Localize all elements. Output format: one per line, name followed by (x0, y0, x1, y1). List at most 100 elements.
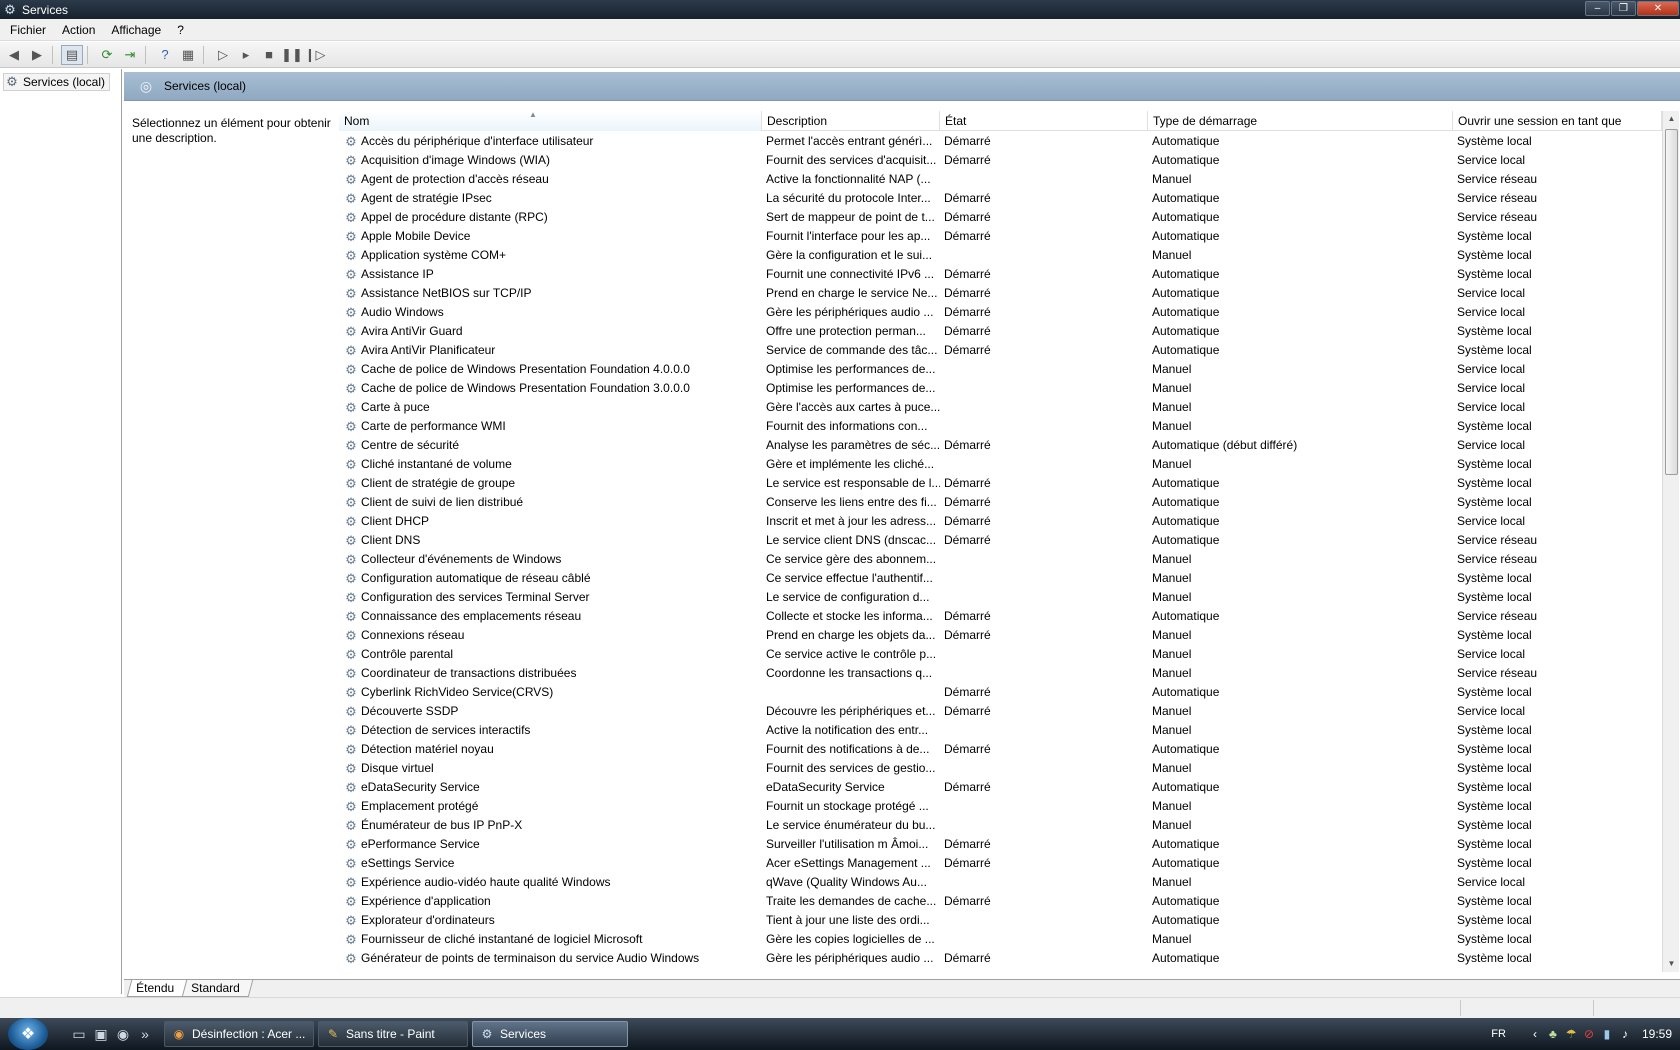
firefox-icon[interactable]: ◉ (112, 1026, 134, 1043)
stop-service-icon[interactable]: ■ (258, 45, 280, 65)
tab-standard[interactable]: Standard (181, 980, 254, 997)
table-row[interactable]: ⚙ Cache de police de Windows Presentation… (339, 360, 1662, 379)
minimize-button[interactable]: – (1585, 1, 1610, 16)
table-row[interactable]: ⚙ Collecteur d'événements de Windows Ce se… (339, 550, 1662, 569)
taskbar-item-services[interactable]: ⚙ Services (472, 1021, 628, 1047)
table-row[interactable]: ⚙ Client de suivi de lien distribué Conser… (339, 493, 1662, 512)
service-gear-icon: ⚙ (345, 571, 357, 586)
table-row[interactable]: ⚙ Agent de protection d'accès réseau Activ… (339, 170, 1662, 189)
scroll-down-icon[interactable]: ▼ (1663, 956, 1680, 972)
power-icon[interactable]: ▮ (1598, 1027, 1616, 1041)
menu-help[interactable]: ? (167, 23, 190, 37)
table-row[interactable]: ⚙ Cyberlink RichVideo Service(CRVS) Démarr… (339, 683, 1662, 702)
table-row[interactable]: ⚙ Expérience d'application Traite les dema… (339, 892, 1662, 911)
service-logon: Système local (1457, 723, 1532, 737)
table-row[interactable]: ⚙ Client DNS Le service client DNS (dnscac… (339, 531, 1662, 550)
table-row[interactable]: ⚙ Acquisition d'image Windows (WIA) Fourni… (339, 151, 1662, 170)
table-row[interactable]: ⚙ Générateur de points de terminaison du … (339, 949, 1662, 968)
table-row[interactable]: ⚙ Configuration automatique de réseau câb… (339, 569, 1662, 588)
chevron-left-icon[interactable]: ‹ (1526, 1027, 1544, 1041)
menu-affichage[interactable]: Affichage (101, 23, 167, 37)
service-state: Démarré (944, 951, 991, 965)
properties-icon[interactable]: ▦ (177, 45, 199, 65)
table-row[interactable]: ⚙ Assistance NetBIOS sur TCP/IP Prend en c… (339, 284, 1662, 303)
scroll-up-icon[interactable]: ▲ (1663, 111, 1680, 127)
table-row[interactable]: ⚙ Application système COM+ Gère la configu… (339, 246, 1662, 265)
table-row[interactable]: ⚙ Audio Windows Gère les périphériques aud… (339, 303, 1662, 322)
table-row[interactable]: ⚙ eDataSecurity Service eDataSecurity Serv… (339, 778, 1662, 797)
table-row[interactable]: ⚙ Découverte SSDP Découvre les périphériqu… (339, 702, 1662, 721)
scrollbar-thumb[interactable] (1665, 129, 1678, 475)
table-row[interactable]: ⚙ Centre de sécurité Analyse les paramètre… (339, 436, 1662, 455)
service-name: Agent de protection d'accès réseau (361, 172, 549, 186)
table-row[interactable]: ⚙ Agent de stratégie IPsec La sécurité du … (339, 189, 1662, 208)
security-alert-icon[interactable]: ⊘ (1580, 1027, 1598, 1041)
table-row[interactable]: ⚙ Explorateur d'ordinateurs Tient à jour u… (339, 911, 1662, 930)
table-row[interactable]: ⚙ Énumérateur de bus IP PnP-X Le service é… (339, 816, 1662, 835)
antivir-umbrella-icon[interactable]: ☂ (1562, 1027, 1580, 1041)
table-row[interactable]: ⚙ ePerformance Service Surveiller l'utilis… (339, 835, 1662, 854)
switch-windows-icon[interactable]: ▣ (90, 1026, 112, 1043)
table-row[interactable]: ⚙ Cache de police de Windows Presentation… (339, 379, 1662, 398)
start-button[interactable]: ❖ (8, 1018, 48, 1050)
restart-service-icon[interactable]: ❙▷ (304, 45, 326, 65)
column-header-nom[interactable]: ▲ Nom (339, 111, 762, 131)
table-row[interactable]: ⚙ Emplacement protégé Fournit un stockage … (339, 797, 1662, 816)
column-header-etat[interactable]: État (940, 111, 1148, 131)
show-desktop-icon[interactable]: ▭ (68, 1026, 90, 1043)
table-row[interactable]: ⚙ Fournisseur de cliché instantané de log… (339, 930, 1662, 949)
table-row[interactable]: ⚙ Appel de procédure distante (RPC) Sert d… (339, 208, 1662, 227)
console-tree-icon[interactable]: ▤ (61, 44, 83, 65)
taskbar-item-paint[interactable]: ✎ Sans titre - Paint (318, 1021, 468, 1047)
service-name: Cyberlink RichVideo Service(CRVS) (361, 685, 554, 699)
back-arrow-icon[interactable]: ◀ (3, 45, 25, 65)
column-header-type-demarrage[interactable]: Type de démarrage (1148, 111, 1453, 131)
column-header-session[interactable]: Ouvrir une session en tant que (1453, 111, 1662, 131)
table-row[interactable]: ⚙ Détection matériel noyau Fournit des not… (339, 740, 1662, 759)
tab-etendu[interactable]: Étendu (126, 980, 188, 997)
table-row[interactable]: ⚙ Client de stratégie de groupe Le service… (339, 474, 1662, 493)
volume-icon[interactable]: ♪ (1616, 1027, 1634, 1041)
pause-service-icon[interactable]: ❚❚ (281, 45, 303, 65)
menu-fichier[interactable]: Fichier (0, 23, 52, 37)
clock[interactable]: 19:59 (1642, 1027, 1672, 1041)
start-service-alt-icon[interactable]: ▸ (235, 45, 257, 65)
vertical-scrollbar[interactable]: ▲ ▼ (1662, 111, 1679, 972)
table-row[interactable]: ⚙ Client DHCP Inscrit et met à jour les ad… (339, 512, 1662, 531)
table-row[interactable]: ⚙ Avira AntiVir Planificateur Service de c… (339, 341, 1662, 360)
forward-arrow-icon[interactable]: ▶ (26, 45, 48, 65)
table-row[interactable]: ⚙ Accès du périphérique d'interface utili… (339, 132, 1662, 151)
service-gear-icon: ⚙ (345, 894, 357, 909)
service-name-cell: ⚙ Client DNS (339, 531, 762, 550)
chevron-more-icon[interactable]: » (134, 1026, 156, 1043)
table-row[interactable]: ⚙ eSettings Service Acer eSettings Managem… (339, 854, 1662, 873)
help-icon[interactable]: ? (154, 45, 176, 65)
language-indicator[interactable]: FR (1491, 1028, 1506, 1040)
close-button[interactable]: ✕ (1637, 1, 1679, 16)
table-row[interactable]: ⚙ Carte de performance WMI Fournit des inf… (339, 417, 1662, 436)
table-row[interactable]: ⚙ Apple Mobile Device Fournit l'interface … (339, 227, 1662, 246)
refresh-icon[interactable]: ⟳ (96, 45, 118, 65)
table-row[interactable]: ⚙ Contrôle parental Ce service active le c… (339, 645, 1662, 664)
table-row[interactable]: ⚙ Coordinateur de transactions distribuée… (339, 664, 1662, 683)
network-icon[interactable]: ♣ (1544, 1027, 1562, 1041)
service-logon: Système local (1457, 571, 1532, 585)
table-row[interactable]: ⚙ Expérience audio-vidéo haute qualité Wi… (339, 873, 1662, 892)
export-list-icon[interactable]: ⇥ (119, 45, 141, 65)
start-service-icon[interactable]: ▷ (212, 45, 234, 65)
service-state (940, 246, 1148, 265)
table-row[interactable]: ⚙ Détection de services interactifs Active… (339, 721, 1662, 740)
table-row[interactable]: ⚙ Carte à puce Gère l'accès aux cartes à p… (339, 398, 1662, 417)
table-row[interactable]: ⚙ Configuration des services Terminal Ser… (339, 588, 1662, 607)
taskbar-item-firefox[interactable]: ◉ Désinfection : Acer ... (164, 1021, 314, 1047)
table-row[interactable]: ⚙ Connexions réseau Prend en charge les ob… (339, 626, 1662, 645)
table-row[interactable]: ⚙ Disque virtuel Fournit des services de g… (339, 759, 1662, 778)
column-header-description[interactable]: Description (762, 111, 940, 131)
table-row[interactable]: ⚙ Avira AntiVir Guard Offre une protection… (339, 322, 1662, 341)
table-row[interactable]: ⚙ Cliché instantané de volume Gère et impl… (339, 455, 1662, 474)
tree-item-services-local[interactable]: ⚙ Services (local) (3, 73, 111, 91)
table-row[interactable]: ⚙ Connaissance des emplacements réseau Col… (339, 607, 1662, 626)
table-row[interactable]: ⚙ Assistance IP Fournit une connectivité I… (339, 265, 1662, 284)
maximize-button[interactable]: ❐ (1611, 1, 1636, 16)
menu-action[interactable]: Action (52, 23, 101, 37)
